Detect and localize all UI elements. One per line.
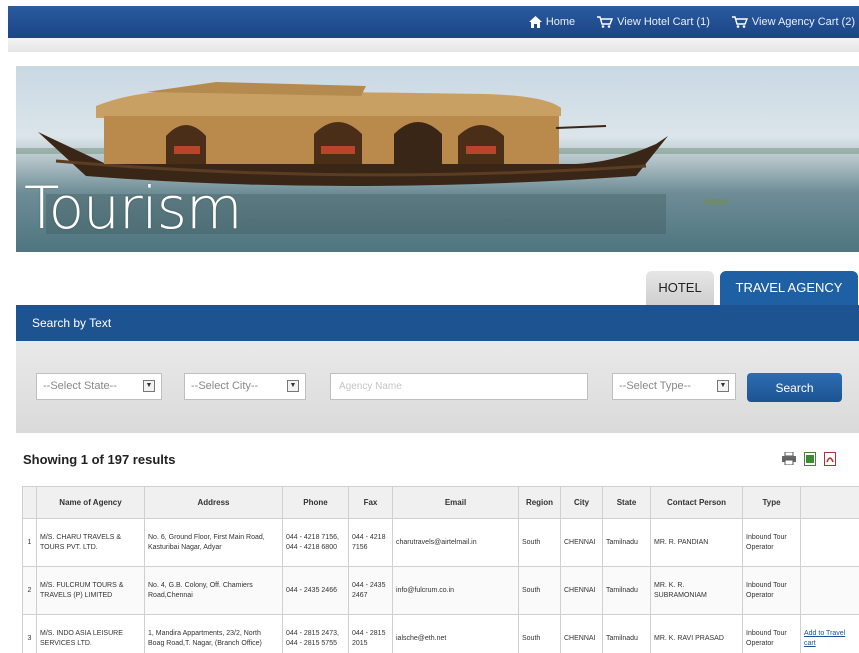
type-select[interactable]: --Select Type-- ▼ bbox=[612, 373, 736, 400]
type-cell: Inbound Tour Operator bbox=[742, 566, 801, 615]
email-cell: ialsche@eth.net bbox=[392, 614, 519, 653]
column-header: Region bbox=[518, 486, 561, 519]
state-cell: Tamilnadu bbox=[602, 566, 651, 615]
table-row: 2 M/S. FULCRUM TOURS & TRAVELS (P) LIMIT… bbox=[22, 566, 859, 615]
chevron-down-icon: ▼ bbox=[143, 380, 155, 392]
region-cell: South bbox=[518, 566, 561, 615]
cart-icon bbox=[597, 16, 614, 28]
column-header: Address bbox=[144, 486, 283, 519]
type-cell: Inbound Tour Operator bbox=[742, 518, 801, 567]
chevron-down-icon: ▼ bbox=[287, 380, 299, 392]
column-header bbox=[22, 486, 37, 519]
row-number: 2 bbox=[22, 566, 37, 615]
row-number: 1 bbox=[22, 518, 37, 567]
column-header: Email bbox=[392, 486, 519, 519]
cart-icon bbox=[731, 16, 748, 28]
phone-cell: 044 - 2815 2473, 044 - 2815 5755 bbox=[282, 614, 349, 653]
add-to-travel-cart-link[interactable]: Add to Travel cart bbox=[804, 630, 845, 646]
contact-cell: MR. K. R. SUBRAMONIAM bbox=[650, 566, 743, 615]
city-cell: CHENNAI bbox=[560, 566, 603, 615]
fax-cell: 044 - 2435 2467 bbox=[348, 566, 393, 615]
phone-cell: 044 - 4218 7156, 044 - 4218 6800 bbox=[282, 518, 349, 567]
category-tabs: HOTEL TRAVEL AGENCY bbox=[0, 271, 859, 305]
top-nav-bar: Home View Hotel Cart (1) View Agency Car… bbox=[8, 6, 859, 38]
fax-cell: 044 - 2815 2015 bbox=[348, 614, 393, 653]
home-icon bbox=[528, 16, 542, 28]
column-header: Type bbox=[742, 486, 801, 519]
state-cell: Tamilnadu bbox=[602, 614, 651, 653]
agency-name-input[interactable] bbox=[330, 373, 588, 400]
region-cell: South bbox=[518, 614, 561, 653]
tourism-banner: Tourism bbox=[16, 66, 859, 252]
column-header: Name of Agency bbox=[36, 486, 145, 519]
table-row: 1 M/S. CHARU TRAVELS & TOURS PVT. LTD. N… bbox=[22, 518, 859, 567]
region-cell: South bbox=[518, 518, 561, 567]
results-count: Showing 1 of 197 results bbox=[23, 452, 176, 467]
search-button[interactable]: Search bbox=[747, 373, 842, 402]
view-agency-cart-link[interactable]: View Agency Cart (2) bbox=[731, 16, 855, 28]
state-select[interactable]: --Select State-- ▼ bbox=[36, 373, 162, 400]
agency-results-table: Name of Agency Address Phone Fax Email R… bbox=[22, 486, 859, 653]
column-header bbox=[800, 486, 859, 519]
print-icon[interactable] bbox=[782, 451, 796, 471]
fax-cell: 044 - 4218 7156 bbox=[348, 518, 393, 567]
city-select[interactable]: --Select City-- ▼ bbox=[184, 373, 306, 400]
column-header: City bbox=[560, 486, 603, 519]
export-tools bbox=[782, 451, 836, 471]
state-cell: Tamilnadu bbox=[602, 518, 651, 567]
agency-cart-label: View Agency Cart (2) bbox=[751, 16, 855, 28]
state-select-value: --Select State-- bbox=[43, 380, 117, 392]
search-panel-header: Search by Text bbox=[16, 305, 859, 341]
type-select-value: --Select Type-- bbox=[619, 380, 691, 392]
action-cell: Add to Travel cart bbox=[800, 614, 859, 653]
results-table-container: Name of Agency Address Phone Fax Email R… bbox=[22, 486, 859, 653]
table-row: 3 M/S. INDO ASIA LEISURE SERVICES LTD. 1… bbox=[22, 614, 859, 653]
column-header: Fax bbox=[348, 486, 393, 519]
banner-title: Tourism bbox=[24, 174, 242, 242]
email-cell: info@fulcrum.co.in bbox=[392, 566, 519, 615]
address-cell: No. 4, G.B. Colony, Off. Chamiers Road,C… bbox=[144, 566, 283, 615]
city-cell: CHENNAI bbox=[560, 614, 603, 653]
tab-hotel[interactable]: HOTEL bbox=[646, 271, 714, 305]
row-number: 3 bbox=[22, 614, 37, 653]
address-cell: 1, Mandira Appartments, 23/2, North Boag… bbox=[144, 614, 283, 653]
type-cell: Inbound Tour Operator bbox=[742, 614, 801, 653]
hotel-cart-label: View Hotel Cart (1) bbox=[617, 16, 710, 28]
agency-name-cell: M/S. FULCRUM TOURS & TRAVELS (P) LIMITED bbox=[36, 566, 145, 615]
agency-name-cell: M/S. CHARU TRAVELS & TOURS PVT. LTD. bbox=[36, 518, 145, 567]
table-header-row: Name of Agency Address Phone Fax Email R… bbox=[22, 486, 859, 519]
excel-icon[interactable] bbox=[804, 452, 816, 471]
view-hotel-cart-link[interactable]: View Hotel Cart (1) bbox=[597, 16, 710, 28]
column-header: Phone bbox=[282, 486, 349, 519]
tab-travel-agency[interactable]: TRAVEL AGENCY bbox=[720, 271, 858, 305]
agency-name-cell: M/S. INDO ASIA LEISURE SERVICES LTD. bbox=[36, 614, 145, 653]
home-label: Home bbox=[545, 16, 576, 28]
contact-cell: MR. R. PANDIAN bbox=[650, 518, 743, 567]
city-select-value: --Select City-- bbox=[191, 380, 259, 392]
action-cell bbox=[800, 518, 859, 567]
contact-cell: MR. K. RAVI PRASAD bbox=[650, 614, 743, 653]
address-cell: No. 6, Ground Floor, First Main Road, Ka… bbox=[144, 518, 283, 567]
home-link[interactable]: Home bbox=[528, 16, 576, 28]
sub-nav-strip bbox=[8, 38, 859, 52]
column-header: State bbox=[602, 486, 651, 519]
pdf-icon[interactable] bbox=[824, 452, 836, 471]
phone-cell: 044 - 2435 2466 bbox=[282, 566, 349, 615]
chevron-down-icon: ▼ bbox=[717, 380, 729, 392]
action-cell bbox=[800, 566, 859, 615]
column-header: Contact Person bbox=[650, 486, 743, 519]
email-cell: charutravels@airtelmail.in bbox=[392, 518, 519, 567]
city-cell: CHENNAI bbox=[560, 518, 603, 567]
